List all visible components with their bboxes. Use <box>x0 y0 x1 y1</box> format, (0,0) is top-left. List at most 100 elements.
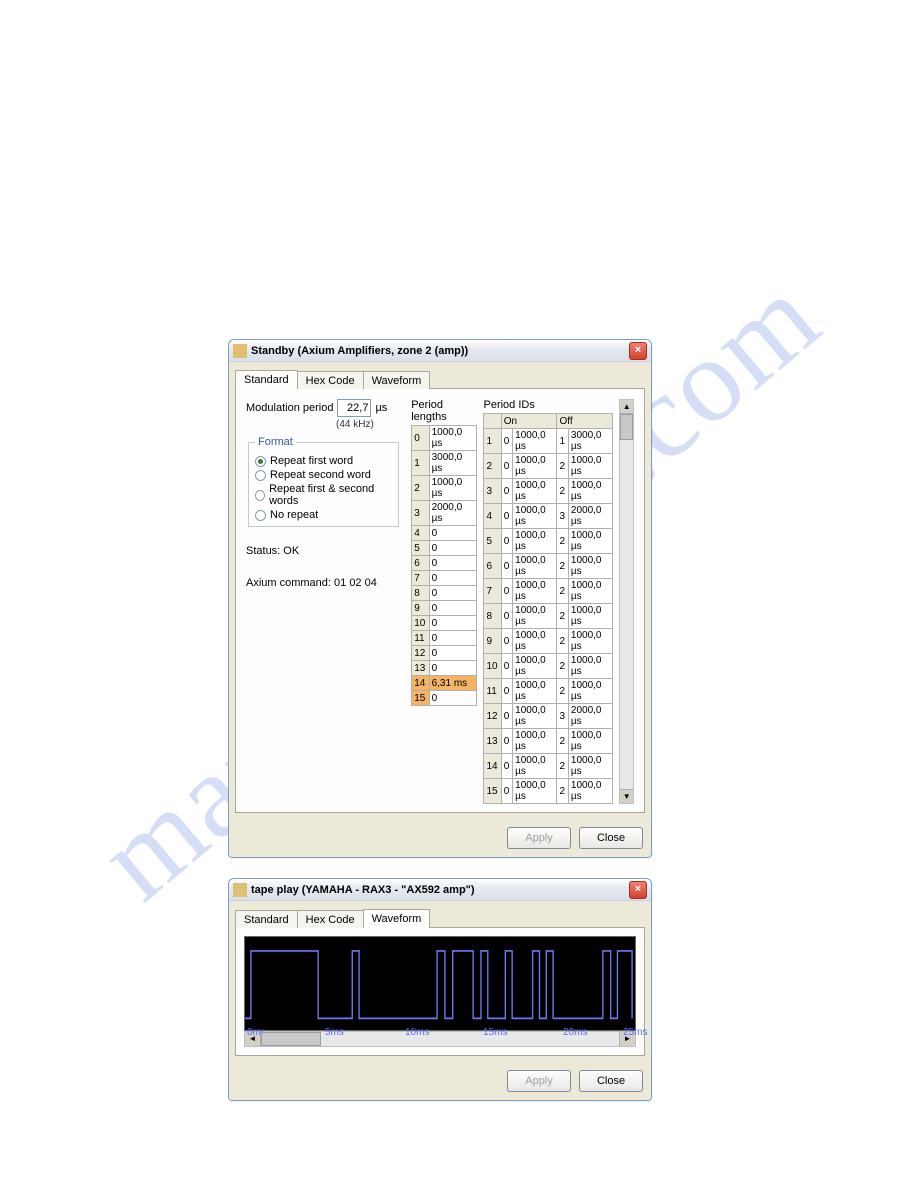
table-row[interactable]: 40 <box>412 526 477 541</box>
on-value[interactable]: 1000,0 µs <box>513 704 557 729</box>
table-row[interactable]: 50 <box>412 541 477 556</box>
on-id[interactable]: 0 <box>501 504 512 529</box>
radio-repeat-first-word[interactable] <box>255 456 266 467</box>
row-value[interactable]: 0 <box>429 526 477 541</box>
row-value[interactable]: 0 <box>429 601 477 616</box>
row-value[interactable]: 2000,0 µs <box>429 501 477 526</box>
horizontal-scrollbar[interactable]: ◄ ► <box>244 1031 636 1047</box>
close-icon[interactable]: × <box>629 342 647 360</box>
row-value[interactable]: 0 <box>429 631 477 646</box>
off-value[interactable]: 1000,0 µs <box>568 604 612 629</box>
table-row[interactable]: 110 <box>412 631 477 646</box>
off-value[interactable]: 1000,0 µs <box>568 579 612 604</box>
table-row[interactable]: 901000,0 µs21000,0 µs <box>484 629 613 654</box>
row-value[interactable]: 0 <box>429 571 477 586</box>
off-id[interactable]: 2 <box>557 554 568 579</box>
table-row[interactable]: 701000,0 µs21000,0 µs <box>484 579 613 604</box>
scroll-thumb[interactable] <box>620 414 633 440</box>
off-id[interactable]: 3 <box>557 704 568 729</box>
off-id[interactable]: 2 <box>557 579 568 604</box>
row-value[interactable]: 0 <box>429 616 477 631</box>
on-value[interactable]: 1000,0 µs <box>513 454 557 479</box>
on-id[interactable]: 0 <box>501 679 512 704</box>
on-id[interactable]: 0 <box>501 604 512 629</box>
scroll-up-icon[interactable]: ▲ <box>620 400 633 414</box>
scroll-down-icon[interactable]: ▼ <box>620 789 633 803</box>
tab-waveform[interactable]: Waveform <box>363 371 431 389</box>
table-row[interactable]: 21000,0 µs <box>412 476 477 501</box>
on-value[interactable]: 1000,0 µs <box>513 629 557 654</box>
scroll-track[interactable] <box>620 440 633 789</box>
table-row[interactable]: 130 <box>412 661 477 676</box>
row-value[interactable]: 6,31 ms <box>429 676 477 691</box>
off-value[interactable]: 1000,0 µs <box>568 779 612 804</box>
off-id[interactable]: 2 <box>557 454 568 479</box>
on-value[interactable]: 1000,0 µs <box>513 554 557 579</box>
row-value[interactable]: 0 <box>429 541 477 556</box>
off-id[interactable]: 2 <box>557 604 568 629</box>
row-value[interactable]: 0 <box>429 691 477 706</box>
tab-waveform[interactable]: Waveform <box>363 909 431 928</box>
table-row[interactable]: 401000,0 µs32000,0 µs <box>484 504 613 529</box>
off-id[interactable]: 2 <box>557 754 568 779</box>
off-value[interactable]: 3000,0 µs <box>568 429 612 454</box>
titlebar[interactable]: Standby (Axium Amplifiers, zone 2 (amp))… <box>229 340 651 362</box>
on-id[interactable]: 0 <box>501 479 512 504</box>
titlebar[interactable]: tape play (YAMAHA - RAX3 - "AX592 amp") … <box>229 879 651 901</box>
off-id[interactable]: 2 <box>557 529 568 554</box>
table-row[interactable]: 13000,0 µs <box>412 451 477 476</box>
off-value[interactable]: 1000,0 µs <box>568 654 612 679</box>
scroll-track[interactable] <box>261 1032 619 1046</box>
off-value[interactable]: 1000,0 µs <box>568 554 612 579</box>
modulation-input[interactable] <box>337 399 371 417</box>
row-value[interactable]: 1000,0 µs <box>429 426 477 451</box>
table-row[interactable]: 32000,0 µs <box>412 501 477 526</box>
tab-hexcode[interactable]: Hex Code <box>297 371 364 389</box>
scroll-thumb[interactable] <box>261 1032 321 1046</box>
on-value[interactable]: 1000,0 µs <box>513 754 557 779</box>
on-id[interactable]: 0 <box>501 729 512 754</box>
row-value[interactable]: 0 <box>429 646 477 661</box>
table-row[interactable]: 1301000,0 µs21000,0 µs <box>484 729 613 754</box>
off-id[interactable]: 2 <box>557 679 568 704</box>
table-row[interactable]: 01000,0 µs <box>412 426 477 451</box>
table-row[interactable]: 501000,0 µs21000,0 µs <box>484 529 613 554</box>
apply-button[interactable]: Apply <box>507 1070 571 1092</box>
tab-standard[interactable]: Standard <box>235 910 298 928</box>
row-value[interactable]: 1000,0 µs <box>429 476 477 501</box>
table-row[interactable]: 201000,0 µs21000,0 µs <box>484 454 613 479</box>
table-row[interactable]: 1201000,0 µs32000,0 µs <box>484 704 613 729</box>
off-id[interactable]: 2 <box>557 654 568 679</box>
off-value[interactable]: 1000,0 µs <box>568 754 612 779</box>
off-id[interactable]: 1 <box>557 429 568 454</box>
waveform-canvas[interactable]: 0ms5ms10ms15ms20ms25ms <box>244 936 636 1031</box>
on-id[interactable]: 0 <box>501 629 512 654</box>
on-id[interactable]: 0 <box>501 754 512 779</box>
on-value[interactable]: 1000,0 µs <box>513 504 557 529</box>
close-icon[interactable]: × <box>629 881 647 899</box>
table-row[interactable]: 601000,0 µs21000,0 µs <box>484 554 613 579</box>
table-row[interactable]: 101000,0 µs13000,0 µs <box>484 429 613 454</box>
on-value[interactable]: 1000,0 µs <box>513 604 557 629</box>
off-value[interactable]: 1000,0 µs <box>568 529 612 554</box>
tab-standard[interactable]: Standard <box>235 370 298 389</box>
off-value[interactable]: 1000,0 µs <box>568 629 612 654</box>
table-row[interactable]: 301000,0 µs21000,0 µs <box>484 479 613 504</box>
off-value[interactable]: 1000,0 µs <box>568 729 612 754</box>
off-id[interactable]: 2 <box>557 629 568 654</box>
on-value[interactable]: 1000,0 µs <box>513 479 557 504</box>
period-ids-table[interactable]: OnOff101000,0 µs13000,0 µs201000,0 µs210… <box>483 413 613 804</box>
row-value[interactable]: 3000,0 µs <box>429 451 477 476</box>
off-value[interactable]: 1000,0 µs <box>568 679 612 704</box>
table-row[interactable]: 1501000,0 µs21000,0 µs <box>484 779 613 804</box>
off-id[interactable]: 2 <box>557 479 568 504</box>
off-value[interactable]: 2000,0 µs <box>568 704 612 729</box>
on-id[interactable]: 0 <box>501 579 512 604</box>
on-id[interactable]: 0 <box>501 704 512 729</box>
off-id[interactable]: 2 <box>557 729 568 754</box>
row-value[interactable]: 0 <box>429 661 477 676</box>
off-value[interactable]: 1000,0 µs <box>568 454 612 479</box>
tab-hexcode[interactable]: Hex Code <box>297 910 364 928</box>
off-id[interactable]: 3 <box>557 504 568 529</box>
table-row[interactable]: 1001000,0 µs21000,0 µs <box>484 654 613 679</box>
